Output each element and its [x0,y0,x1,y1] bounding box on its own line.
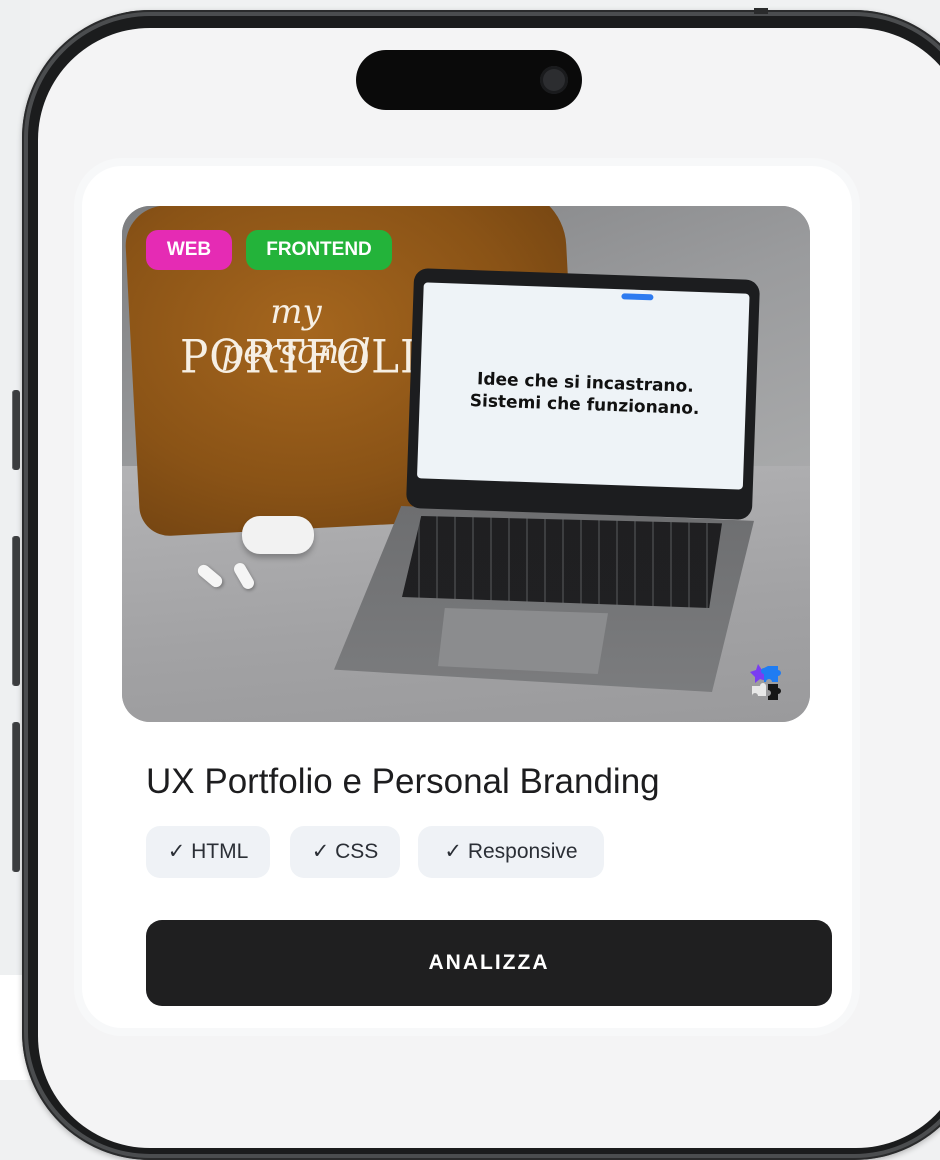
skill-chip-css: ✓ CSS [290,826,400,878]
laptop-keyboard [402,516,722,608]
antenna-band [754,8,768,14]
project-title: UX Portfolio e Personal Branding [146,762,660,801]
airpods-case [242,516,314,554]
tag-web: WEB [146,230,232,270]
project-card[interactable]: my personal PORTFOLIO WEB FRONTEND Idee … [82,166,852,1028]
laptop-headline: Idee che si incastrano. Sistemi che funz… [439,367,730,421]
skill-chip-html: ✓ HTML [146,826,270,878]
volume-up-button [12,536,20,686]
laptop-lid: Idee che si incastrano. Sistemi che funz… [405,268,761,520]
laptop-mini-nav [433,291,741,312]
puzzle-icon [750,664,781,700]
skill-chip-responsive: ✓ Responsive [418,826,604,878]
action-button [12,390,20,470]
camera-icon [540,66,568,94]
dynamic-island [356,50,582,110]
volume-down-button [12,722,20,872]
laptop-screen: Idee che si incastrano. Sistemi che funz… [416,282,750,490]
project-image: my personal PORTFOLIO WEB FRONTEND Idee … [122,206,810,722]
laptop-mini-button [621,293,654,301]
analyze-button[interactable]: ANALIZZA [146,920,832,1006]
tag-frontend: FRONTEND [246,230,392,270]
pillow-title-text: PORTFOLIO [180,329,454,384]
laptop-trackpad [438,608,608,674]
